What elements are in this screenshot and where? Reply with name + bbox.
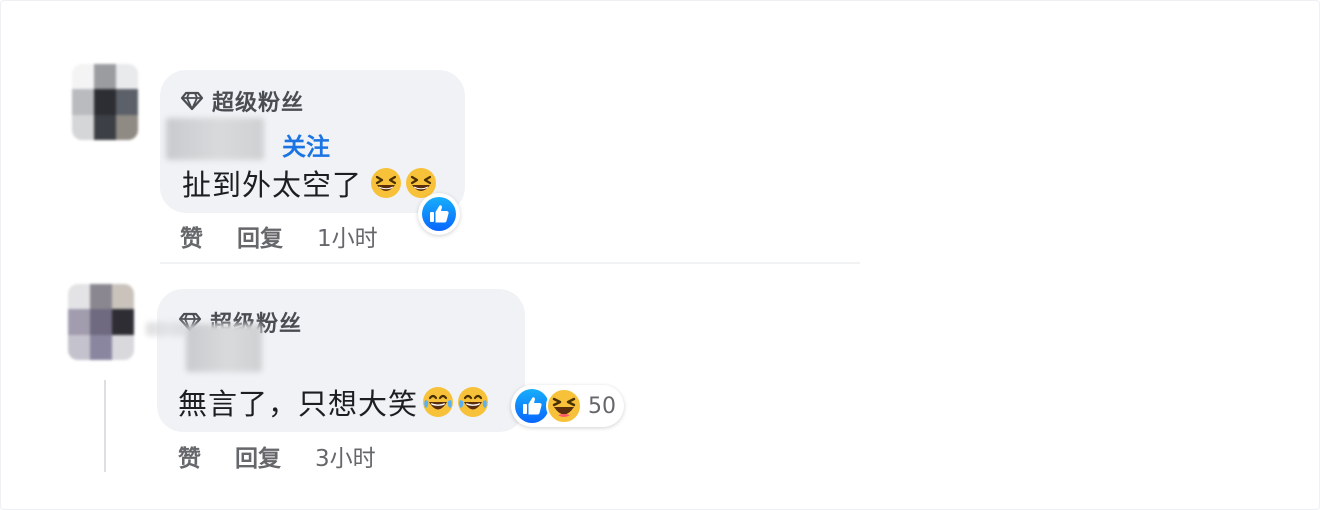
comment-text-row: 無言了，只想大笑 (178, 381, 489, 423)
top-fan-badge: 超级粉丝 (180, 85, 304, 117)
comment-timestamp[interactable]: 3小时 (315, 439, 376, 473)
author-name-redacted[interactable] (186, 324, 262, 372)
reply-button[interactable]: 回复 (237, 219, 283, 253)
comments-screenshot: 超级粉丝 关注 扯到外太空了 赞 回复 1小时 無言了，只想大笑 50 赞 回复… (0, 0, 1320, 510)
comment-divider (160, 262, 860, 264)
comment-actions: 赞 回复 1小时 (180, 219, 378, 253)
comment-timestamp[interactable]: 1小时 (317, 219, 378, 253)
reaction-count: 50 (588, 393, 616, 419)
comment-text: 扯到外太空了 (182, 168, 363, 202)
like-button[interactable]: 赞 (180, 219, 203, 253)
like-icon (514, 388, 550, 424)
author-name-redacted-2 (146, 322, 186, 336)
badge-label: 超级粉丝 (212, 91, 305, 116)
comment-actions: 赞 回复 3小时 (178, 439, 376, 473)
comment-text: 無言了，只想大笑 (178, 387, 419, 421)
reply-button[interactable]: 回复 (235, 439, 281, 473)
reply-thread-line (104, 380, 106, 472)
comment-text-row: 扯到外太空了 (182, 162, 437, 204)
avatar[interactable] (68, 284, 134, 360)
diamond-icon (180, 91, 204, 111)
tears-of-joy-emoji (422, 386, 454, 418)
like-button[interactable]: 赞 (178, 439, 201, 473)
like-icon (421, 196, 457, 232)
follow-link[interactable]: 关注 (282, 127, 330, 162)
avatar[interactable] (72, 64, 138, 140)
reaction-summary[interactable]: 50 (511, 385, 624, 427)
author-name-redacted[interactable] (166, 118, 264, 160)
reaction-summary[interactable] (418, 193, 460, 235)
grinning-squint-emoji (370, 167, 402, 199)
tears-of-joy-emoji (457, 386, 489, 418)
haha-icon (546, 388, 582, 424)
